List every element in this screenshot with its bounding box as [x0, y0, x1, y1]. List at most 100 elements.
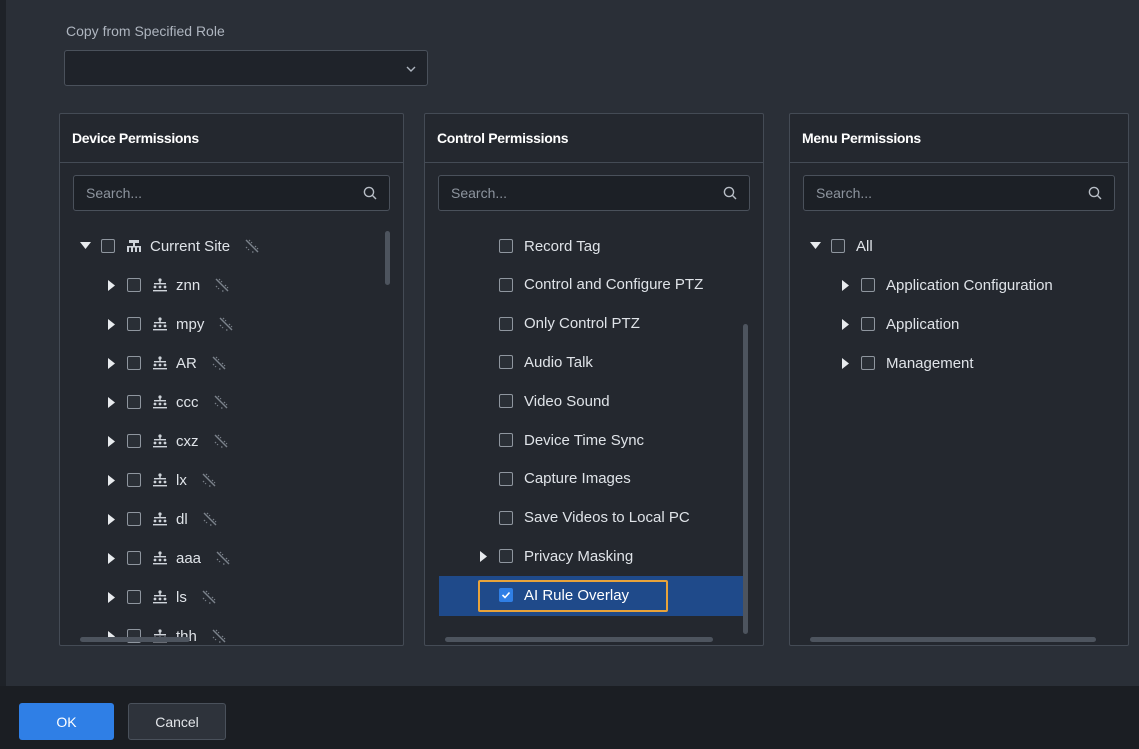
caret-right-icon[interactable] — [106, 513, 117, 525]
permission-item[interactable]: Record Tag — [499, 227, 600, 265]
checkbox[interactable] — [127, 590, 141, 604]
control-horizontal-scrollbar[interactable] — [445, 637, 713, 642]
device-permissions-title: Device Permissions — [60, 114, 403, 163]
checkbox[interactable] — [127, 356, 141, 370]
caret-right-icon[interactable] — [106, 396, 117, 408]
checkbox[interactable] — [499, 394, 513, 409]
tree-node-menu[interactable]: Management — [840, 344, 974, 382]
checkbox[interactable] — [861, 278, 875, 292]
permission-label: Audio Talk — [524, 353, 593, 371]
checkbox[interactable] — [499, 277, 513, 292]
tree-node-menu[interactable]: Application — [840, 305, 959, 343]
permission-item[interactable]: Video Sound — [499, 382, 610, 420]
tree-node-device[interactable]: aaa — [106, 539, 231, 577]
permission-item[interactable]: Only Control PTZ — [499, 305, 640, 343]
caret-right-icon[interactable] — [840, 318, 851, 330]
organization-icon — [152, 356, 168, 370]
permission-item[interactable]: AI Rule Overlay — [499, 576, 629, 614]
checkbox[interactable] — [127, 395, 141, 409]
permission-label: Privacy Masking — [524, 547, 634, 565]
menu-horizontal-scrollbar[interactable] — [810, 637, 1096, 642]
permission-item[interactable]: Capture Images — [499, 460, 631, 498]
tree-node-menu[interactable]: Application Configuration — [840, 266, 1053, 304]
caret-right-icon[interactable] — [106, 279, 117, 291]
tree-node-label: ls — [176, 588, 187, 606]
device-horizontal-scrollbar[interactable] — [80, 637, 190, 642]
device-search-box[interactable] — [73, 175, 390, 211]
checkbox[interactable] — [499, 433, 513, 447]
caret-right-icon[interactable] — [840, 279, 851, 291]
checkbox[interactable] — [861, 317, 875, 331]
control-search-input[interactable] — [439, 176, 749, 210]
tree-node-device[interactable]: ccc — [106, 383, 229, 421]
control-permissions-panel: Control Permissions Record Tag Control an… — [424, 113, 764, 646]
role-permissions-form: Copy from Specified Role Device Permissi… — [6, 0, 1139, 686]
search-icon[interactable] — [363, 186, 377, 205]
checkbox[interactable] — [127, 317, 141, 331]
copy-role-select[interactable] — [64, 50, 428, 86]
permission-label: AI Rule Overlay — [524, 586, 630, 604]
checkbox[interactable] — [127, 512, 141, 526]
unbound-icon — [201, 472, 217, 488]
caret-right-icon[interactable] — [106, 552, 117, 564]
tree-node-device[interactable]: ls — [106, 578, 217, 616]
tree-node-all[interactable]: All — [810, 227, 873, 265]
tree-node-label: znn — [176, 276, 201, 294]
checkbox[interactable] — [499, 510, 513, 525]
organization-icon — [152, 395, 168, 409]
checkbox[interactable] — [127, 473, 141, 487]
tree-node-label: ccc — [176, 393, 199, 411]
search-icon[interactable] — [723, 186, 737, 205]
checkbox[interactable] — [861, 356, 875, 370]
cancel-button[interactable]: Cancel — [128, 703, 226, 740]
checkbox[interactable] — [499, 471, 513, 486]
menu-permissions-title: Menu Permissions — [790, 114, 1128, 163]
tree-node-current-site[interactable]: Current Site — [80, 227, 260, 265]
menu-search-box[interactable] — [803, 175, 1115, 211]
tree-node-label: cxz — [176, 432, 199, 450]
checkbox[interactable] — [101, 239, 115, 253]
checkbox[interactable] — [499, 549, 513, 564]
checkbox[interactable] — [831, 239, 845, 253]
tree-node-device[interactable]: znn — [106, 266, 230, 304]
checkbox[interactable] — [127, 551, 141, 565]
tree-node-label: mpy — [176, 315, 205, 333]
tree-node-device[interactable]: cxz — [106, 422, 229, 460]
checkbox[interactable] — [499, 355, 513, 370]
unbound-icon — [202, 511, 218, 527]
permission-item[interactable]: Save Videos to Local PC — [499, 499, 690, 537]
caret-right-icon[interactable] — [106, 357, 117, 369]
checkbox[interactable] — [127, 434, 141, 448]
permission-item[interactable]: Privacy Masking — [478, 537, 633, 575]
control-vertical-scrollbar[interactable] — [743, 324, 748, 634]
ok-button[interactable]: OK — [19, 703, 114, 740]
tree-node-device[interactable]: mpy — [106, 305, 234, 343]
tree-node-device[interactable]: lx — [106, 461, 217, 499]
caret-right-icon[interactable] — [106, 318, 117, 330]
checkbox[interactable] — [499, 588, 513, 603]
permission-label: Record Tag — [524, 237, 601, 255]
checkbox[interactable] — [127, 278, 141, 292]
checkbox[interactable] — [499, 316, 513, 331]
permission-item[interactable]: Audio Talk — [499, 343, 593, 381]
control-search-box[interactable] — [438, 175, 750, 211]
caret-right-icon[interactable] — [106, 474, 117, 486]
caret-down-icon[interactable] — [80, 240, 91, 252]
tree-node-device[interactable]: dl — [106, 500, 218, 538]
permission-label: Video Sound — [524, 392, 610, 410]
device-search-input[interactable] — [74, 176, 389, 210]
tree-node-device[interactable]: AR — [106, 344, 227, 382]
menu-search-input[interactable] — [804, 176, 1114, 210]
caret-right-icon[interactable] — [478, 550, 489, 562]
device-vertical-scrollbar[interactable] — [385, 231, 390, 285]
caret-down-icon[interactable] — [810, 240, 821, 252]
permission-item[interactable]: Device Time Sync — [499, 421, 644, 459]
organization-icon — [152, 317, 168, 331]
permission-label: Control and Configure PTZ — [524, 276, 704, 294]
checkbox[interactable] — [499, 239, 513, 253]
caret-right-icon[interactable] — [106, 591, 117, 603]
permission-item[interactable]: Control and Configure PTZ — [499, 266, 703, 304]
caret-right-icon[interactable] — [106, 435, 117, 447]
search-icon[interactable] — [1088, 186, 1102, 205]
caret-right-icon[interactable] — [840, 357, 851, 369]
